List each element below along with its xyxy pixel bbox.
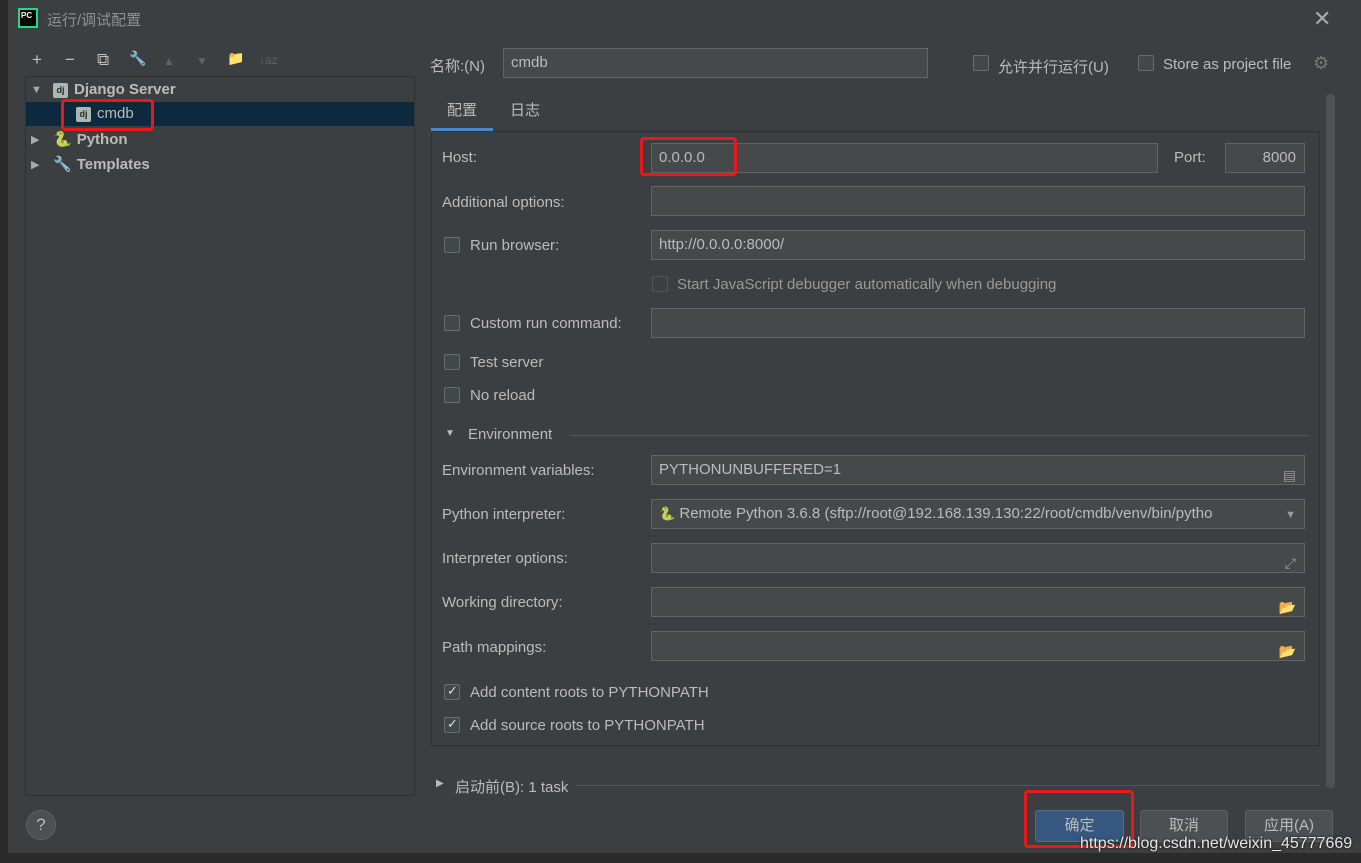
pycharm-logo: PC	[18, 8, 38, 28]
add-icon[interactable]: +	[32, 50, 42, 70]
port-input[interactable]: 8000	[1225, 143, 1305, 173]
source-roots-label: Add source roots to PYTHONPATH	[470, 717, 705, 734]
custom-command-input[interactable]	[651, 308, 1305, 338]
parallel-checkbox[interactable]	[973, 55, 989, 71]
custom-command-label: Custom run command:	[470, 315, 622, 332]
interpreter-select[interactable]: 🐍 Remote Python 3.6.8 (sftp://root@192.1…	[651, 499, 1305, 529]
run-browser-checkbox[interactable]	[444, 237, 460, 253]
interp-options-label: Interpreter options:	[442, 550, 568, 567]
port-label: Port:	[1174, 149, 1206, 166]
tab-config[interactable]: 配置	[431, 96, 493, 131]
before-launch-toggle-icon[interactable]: ▶	[436, 778, 444, 789]
config-tree: ▼ dj Django Server dj cmdb ▶ 🐍 Python ▶ 🔧 Templ…	[25, 76, 415, 796]
interpreter-label: Python interpreter:	[442, 506, 566, 523]
env-vars-input[interactable]: PYTHONUNBUFFERED=1 ▤	[651, 455, 1305, 485]
python-icon: 🐍	[659, 506, 676, 521]
divider	[576, 785, 1320, 786]
tree-item-templates[interactable]: ▶ 🔧 Templates	[26, 153, 414, 177]
wrench-icon[interactable]: 🔧	[129, 50, 146, 67]
scrollbar[interactable]	[1326, 94, 1335, 788]
remove-icon[interactable]: −	[65, 50, 75, 70]
store-project-checkbox[interactable]	[1138, 55, 1154, 71]
run-browser-label: Run browser:	[470, 237, 560, 254]
working-dir-label: Working directory:	[442, 594, 563, 611]
gear-icon[interactable]: ⚙	[1313, 53, 1329, 74]
chevron-down-icon[interactable]: ▼	[1285, 501, 1296, 528]
close-icon[interactable]: ✕	[1313, 6, 1331, 32]
tab-logs[interactable]: 日志	[500, 96, 550, 131]
parallel-label: 允许并行运行(U)	[998, 59, 1109, 76]
name-input[interactable]: cmdb	[503, 48, 928, 78]
js-debugger-checkbox[interactable]	[652, 276, 668, 292]
folder-icon[interactable]: 📂	[1279, 593, 1296, 616]
no-reload-label: No reload	[470, 387, 536, 404]
highlight-box	[61, 99, 154, 131]
help-button[interactable]: ?	[26, 810, 56, 840]
store-project-label: Store as project file	[1163, 56, 1292, 73]
env-vars-label: Environment variables:	[442, 462, 595, 479]
host-label: Host:	[442, 149, 478, 166]
folder-add-icon[interactable]: 📁	[227, 50, 244, 67]
copy-icon[interactable]: ⧉	[97, 50, 109, 70]
content-roots-checkbox[interactable]	[444, 683, 460, 700]
dialog-title: 运行/调试配置	[47, 12, 142, 29]
watermark: https://blog.csdn.net/weixin_45777669	[1080, 835, 1353, 852]
wrench-icon: 🔧	[53, 156, 72, 173]
environment-toggle-icon[interactable]: ▼	[445, 428, 455, 439]
before-launch-label: 启动前(B): 1 task	[455, 779, 569, 796]
path-mappings-label: Path mappings:	[442, 639, 547, 656]
source-roots-checkbox[interactable]	[444, 716, 460, 733]
move-down-icon[interactable]: ▼	[196, 54, 208, 68]
test-server-label: Test server	[470, 354, 544, 371]
js-debugger-label: Start JavaScript debugger automatically …	[677, 276, 1057, 293]
python-icon: 🐍	[53, 131, 72, 148]
folder-icon[interactable]: 📂	[1279, 637, 1296, 660]
no-reload-checkbox[interactable]	[444, 387, 460, 403]
tree-item-python[interactable]: ▶ 🐍 Python	[26, 128, 414, 152]
divider	[570, 435, 1308, 436]
test-server-checkbox[interactable]	[444, 354, 460, 370]
sort-icon[interactable]: ↓az	[259, 53, 278, 67]
path-mappings-input[interactable]: 📂	[651, 631, 1305, 661]
expand-icon[interactable]: ⤢	[1285, 549, 1296, 572]
highlight-box	[640, 137, 737, 176]
additional-options-label: Additional options:	[442, 194, 565, 211]
move-up-icon[interactable]: ▲	[163, 54, 175, 68]
interp-options-input[interactable]: ⤢	[651, 543, 1305, 573]
content-roots-label: Add content roots to PYTHONPATH	[470, 684, 709, 701]
environment-section-label: Environment	[468, 426, 553, 443]
edit-list-icon[interactable]: ▤	[1283, 461, 1296, 484]
run-browser-url-input[interactable]: http://0.0.0.0:8000/	[651, 230, 1305, 260]
django-icon: dj	[53, 82, 68, 98]
name-label: 名称:(N)	[430, 58, 485, 75]
working-dir-input[interactable]: 📂	[651, 587, 1305, 617]
custom-command-checkbox[interactable]	[444, 315, 460, 331]
additional-options-input[interactable]	[651, 186, 1305, 216]
